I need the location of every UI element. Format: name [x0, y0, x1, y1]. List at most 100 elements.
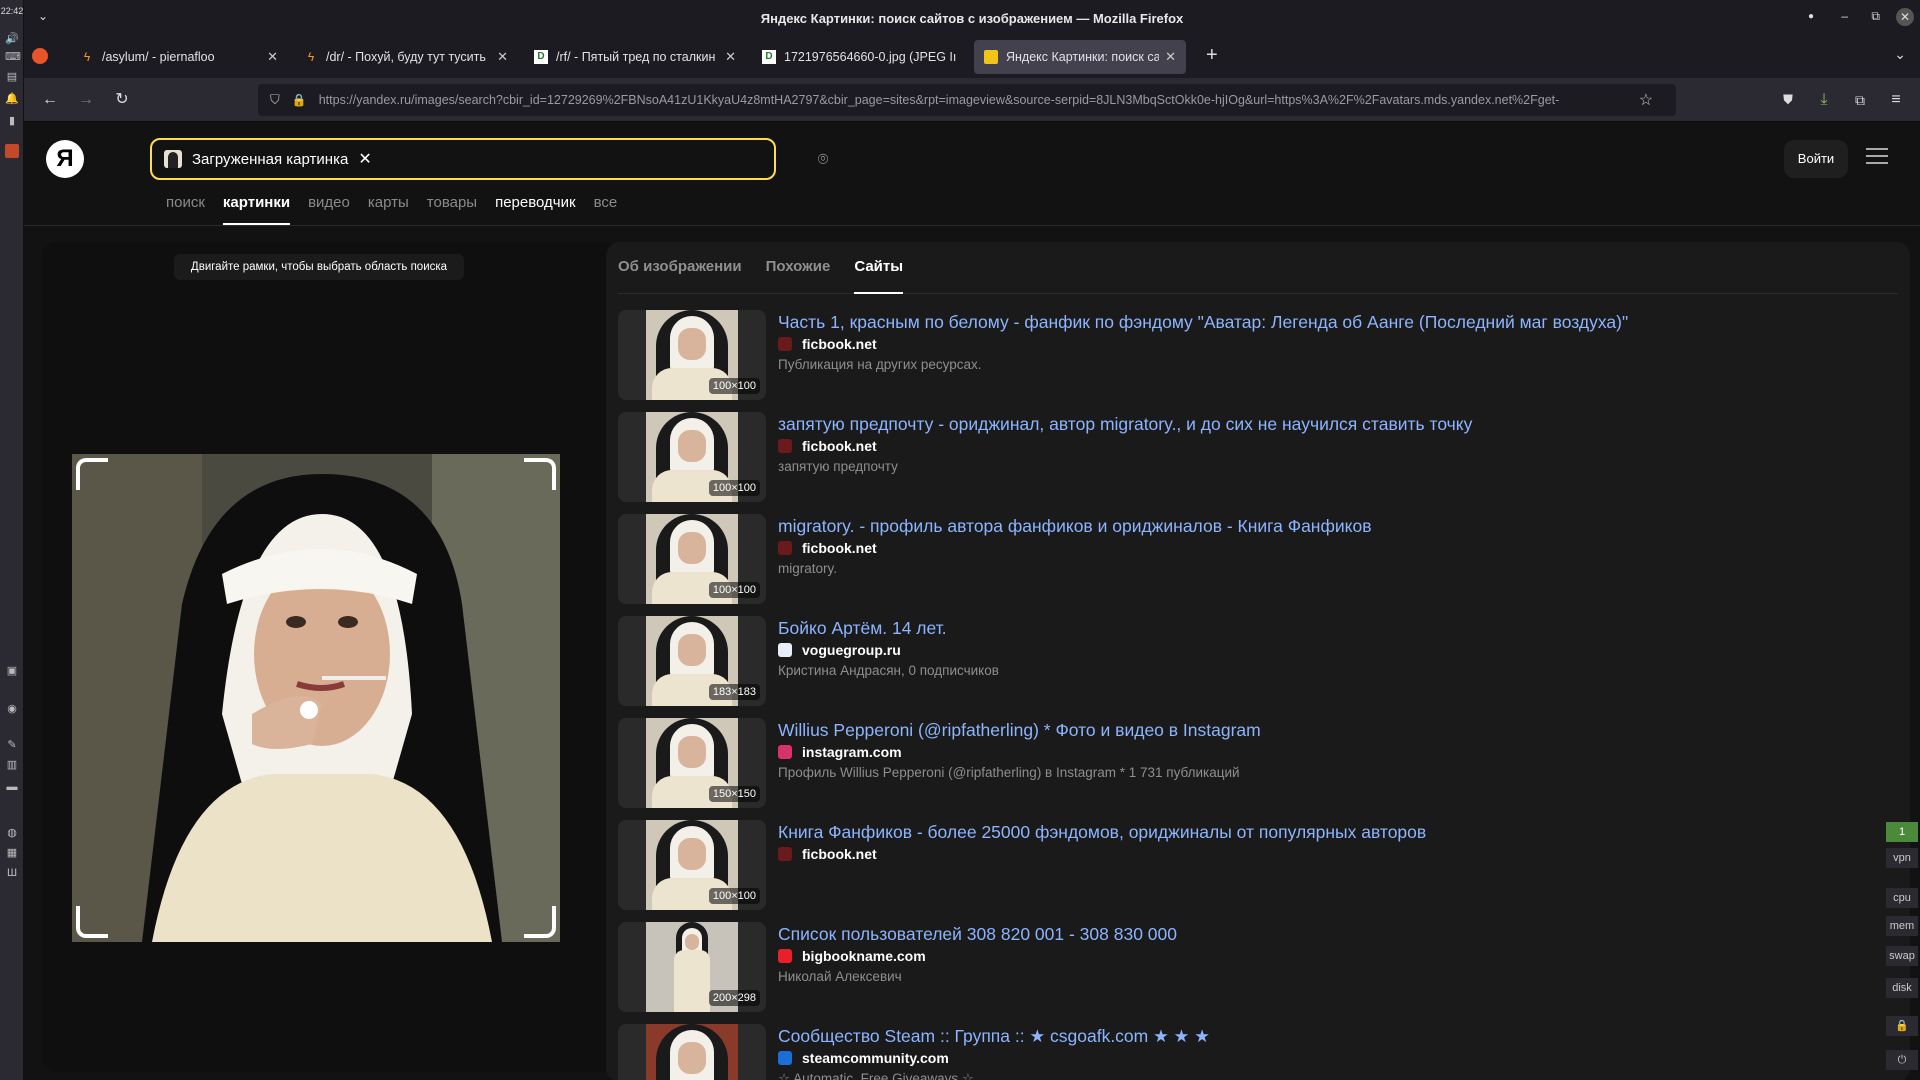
files-app-icon[interactable]: ▬: [5, 780, 19, 794]
result-title-link[interactable]: Список пользователей 308 820 001 - 308 8…: [778, 924, 1177, 945]
result-title-link[interactable]: Книга Фанфиков - более 25000 фэндомов, о…: [778, 822, 1426, 843]
result-item[interactable]: 100×100 Книга Фанфиков - более 25000 фэнд…: [618, 820, 1898, 912]
url-bar[interactable]: ⛉ 🔒 https://yandex.ru/images/search?cbir…: [258, 84, 1676, 116]
firefox-icon[interactable]: [32, 48, 48, 64]
menu-burger-icon[interactable]: [1866, 148, 1888, 166]
launcher-icon[interactable]: Ш: [5, 866, 19, 880]
result-thumbnail[interactable]: [618, 1024, 766, 1080]
result-title-link[interactable]: Бойко Артём. 14 лет.: [778, 618, 947, 639]
chip-label: Загруженная картинка: [192, 150, 349, 168]
result-title-link[interactable]: Часть 1, красным по белому - фанфик по ф…: [778, 312, 1628, 333]
result-thumbnail[interactable]: 183×183: [618, 616, 766, 706]
login-button[interactable]: Войти: [1784, 140, 1848, 178]
result-site[interactable]: steamcommunity.com: [778, 1050, 949, 1066]
camera-search-icon[interactable]: ⌾: [810, 146, 836, 172]
result-title-link[interactable]: Сообщество Steam :: Группа :: ★ csgoafk.…: [778, 1026, 1210, 1047]
crop-handle-top-right[interactable]: [524, 458, 556, 490]
tab-jpeg[interactable]: D 1721976564660-0.jpg (JPEG Iı: [752, 40, 974, 74]
reload-button[interactable]: ↻: [110, 88, 134, 112]
service-all[interactable]: все: [594, 194, 618, 225]
service-images[interactable]: картинки: [222, 194, 291, 225]
tab-about-image[interactable]: Об изображении: [618, 242, 742, 293]
editor-app-icon[interactable]: ✎: [5, 738, 19, 752]
result-item[interactable]: 100×100 Часть 1, красным по белому - фанф…: [618, 310, 1898, 402]
images-app-icon[interactable]: ▦: [5, 846, 19, 860]
globe-icon[interactable]: ◍: [5, 826, 19, 840]
tab-close-icon[interactable]: ✕: [1165, 49, 1176, 65]
result-site[interactable]: ficbook.net: [778, 336, 877, 352]
result-title-link[interactable]: Willius Pepperoni (@ripfatherling) * Фот…: [778, 720, 1261, 741]
firefox-app-icon[interactable]: [5, 144, 19, 158]
tab-close-icon[interactable]: ✕: [497, 49, 508, 65]
tab-similar[interactable]: Похожие: [766, 242, 831, 293]
tab-rf[interactable]: D /rf/ - Пятый тред по сталкин ✕: [524, 40, 746, 74]
network-icon[interactable]: ▮: [5, 114, 19, 128]
uploaded-image-chip[interactable]: Загруженная картинка ✕: [164, 149, 372, 169]
service-maps[interactable]: карты: [368, 194, 409, 225]
result-item[interactable]: 183×183 Бойко Артём. 14 лет. voguegroup.ru…: [618, 616, 1898, 708]
keyboard-layout-icon[interactable]: ⌨: [5, 50, 21, 64]
minimize-button[interactable]: –: [1841, 9, 1848, 23]
terminal-icon[interactable]: ▣: [5, 664, 19, 678]
site-favicon-icon: [778, 337, 792, 351]
tab-asylum[interactable]: ϟ /asylum/ - piernafloo ✕: [70, 40, 288, 74]
tab-close-icon[interactable]: ✕: [725, 49, 736, 65]
result-title-link[interactable]: migratory. - профиль автора фанфиков и о…: [778, 516, 1372, 537]
result-thumbnail[interactable]: 200×298: [618, 922, 766, 1012]
yandex-logo[interactable]: Я: [46, 140, 84, 178]
downloads-icon[interactable]: ⤓: [1812, 88, 1836, 112]
remove-image-icon[interactable]: ✕: [358, 149, 371, 169]
service-video[interactable]: видео: [308, 194, 350, 225]
bell-icon[interactable]: 🔔: [5, 92, 19, 106]
shield-icon[interactable]: ⛉: [270, 92, 280, 108]
result-thumbnail[interactable]: 100×100: [618, 820, 766, 910]
result-site[interactable]: ficbook.net: [778, 438, 877, 454]
url-text[interactable]: https://yandex.ru/images/search?cbir_id=…: [319, 93, 1629, 107]
result-item[interactable]: 100×100 migratory. - профиль автора фанфи…: [618, 514, 1898, 606]
browser-app-icon[interactable]: ◉: [5, 702, 19, 716]
extensions-icon[interactable]: ⧉: [1848, 88, 1872, 112]
service-goods[interactable]: товары: [427, 194, 477, 225]
volume-icon[interactable]: 🔊: [5, 32, 19, 46]
crop-handle-bottom-left[interactable]: [76, 906, 108, 938]
tab-close-icon[interactable]: ✕: [267, 49, 278, 65]
bookmark-star-icon[interactable]: ☆: [1639, 90, 1653, 110]
crop-handle-top-left[interactable]: [76, 458, 108, 490]
result-item[interactable]: 100×100 запятую предпочту - ориджинал, ав…: [618, 412, 1898, 504]
result-site[interactable]: ficbook.net: [778, 846, 877, 862]
disk-meter: disk: [1886, 978, 1918, 998]
tab-dr[interactable]: ϟ /dr/ - Похуй, буду тут тусить ✕: [294, 40, 518, 74]
lock-icon[interactable]: 🔒: [1886, 1016, 1918, 1036]
result-thumbnail[interactable]: 100×100: [618, 412, 766, 502]
back-button[interactable]: ←: [38, 88, 62, 112]
result-title-link[interactable]: запятую предпочту - ориджинал, автор mig…: [778, 414, 1472, 435]
service-search[interactable]: поиск: [166, 194, 205, 225]
clipboard-icon[interactable]: ▤: [5, 70, 19, 84]
result-site[interactable]: instagram.com: [778, 744, 902, 760]
result-item[interactable]: Сообщество Steam :: Группа :: ★ csgoafk.…: [618, 1024, 1898, 1080]
tab-sites[interactable]: Сайты: [854, 242, 903, 294]
forward-button[interactable]: →: [74, 88, 98, 112]
workspace-indicator[interactable]: 1: [1886, 822, 1918, 842]
site-favicon-icon: [778, 643, 792, 657]
result-thumbnail[interactable]: 100×100: [618, 310, 766, 400]
lock-icon[interactable]: 🔒: [292, 93, 307, 107]
vpn-meter: vpn: [1886, 848, 1918, 868]
crop-handle-bottom-right[interactable]: [524, 906, 556, 938]
search-box[interactable]: Загруженная картинка ✕: [150, 138, 776, 180]
result-thumbnail[interactable]: 150×150: [618, 718, 766, 808]
result-site[interactable]: voguegroup.ru: [778, 642, 901, 658]
tab-yandex-images[interactable]: Яндекс Картинки: поиск сай ✕: [974, 40, 1186, 74]
result-item[interactable]: 150×150 Willius Pepperoni (@ripfatherling…: [618, 718, 1898, 810]
notes-app-icon[interactable]: ▥: [5, 758, 19, 772]
result-site[interactable]: ficbook.net: [778, 540, 877, 556]
power-icon[interactable]: ⏻: [1886, 1050, 1918, 1070]
window-menu-chevron-icon[interactable]: ⌄: [38, 9, 48, 23]
maximize-button[interactable]: ⧉: [1871, 9, 1880, 24]
new-tab-button[interactable]: +: [1206, 44, 1218, 67]
result-site[interactable]: bigbookname.com: [778, 948, 926, 964]
result-item[interactable]: 200×298 Список пользователей 308 820 001 …: [618, 922, 1898, 1014]
pocket-icon[interactable]: ⛊: [1776, 88, 1800, 112]
result-thumbnail[interactable]: 100×100: [618, 514, 766, 604]
service-translator[interactable]: переводчик: [495, 194, 575, 225]
